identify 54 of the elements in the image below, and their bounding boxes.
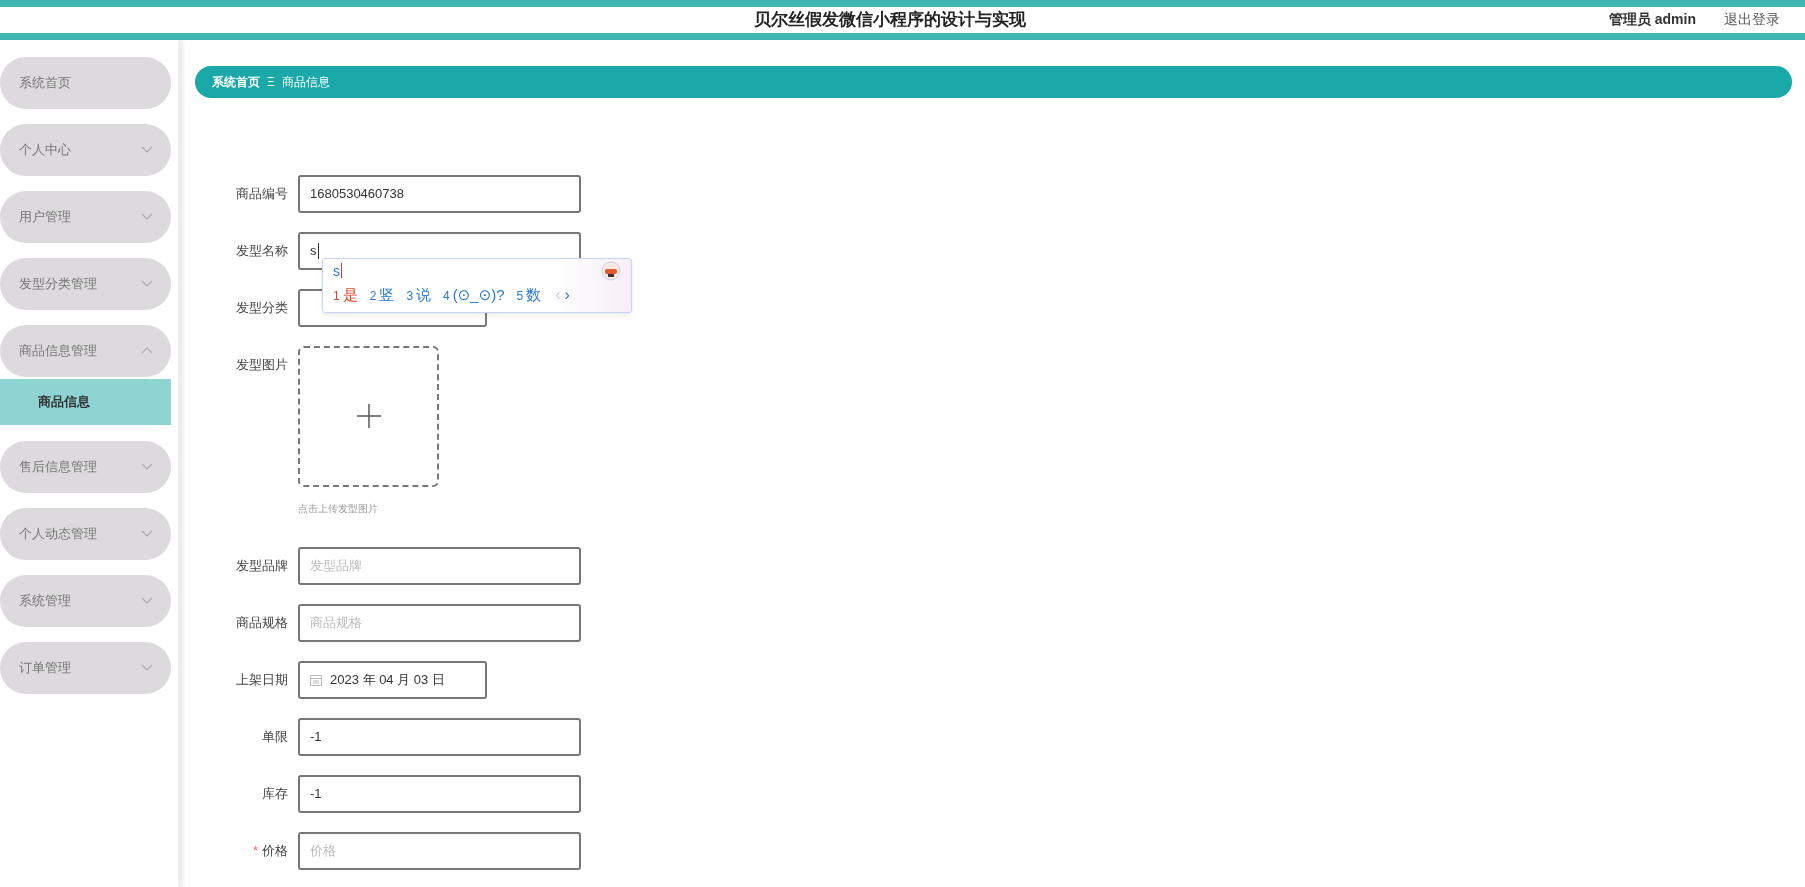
date-value: 2023 年 04 月 03 日	[330, 670, 445, 689]
date-field[interactable]: 2023 年 04 月 03 日	[298, 660, 487, 699]
field-label: 商品编号	[236, 185, 288, 201]
input-field[interactable]: 1680530460738	[298, 174, 581, 213]
chevron-icon	[141, 597, 153, 604]
breadcrumb-separator: Ξ	[267, 73, 275, 91]
upload-hint: 点击上传发型图片	[298, 501, 379, 516]
input-field[interactable]: 商品规格	[298, 603, 581, 642]
ime-candidate[interactable]: 2 竖	[369, 283, 395, 306]
breadcrumb-link[interactable]: 系统首页	[212, 72, 260, 91]
field-label: 商品规格	[236, 614, 288, 630]
calendar-icon	[310, 673, 322, 686]
mascot-icon	[601, 260, 621, 281]
input-field[interactable]: -1	[298, 774, 581, 813]
chevron-icon	[141, 213, 153, 220]
chevron-icon	[141, 280, 153, 287]
sidebar-subitem[interactable]: 商品信息	[0, 378, 171, 425]
sidebar-item[interactable]: 个人中心	[0, 123, 171, 176]
upload-box[interactable]	[298, 345, 439, 487]
sidebar-item[interactable]: 售后信息管理	[0, 440, 171, 493]
required-mark: *	[252, 842, 258, 858]
chevron-icon	[141, 146, 153, 153]
input-field[interactable]: 价格	[298, 831, 581, 870]
chevron-icon	[141, 463, 153, 470]
chevron-icon	[141, 530, 153, 537]
field-label: * 价格	[252, 842, 288, 858]
field-label: 发型品牌	[236, 557, 288, 573]
field-label: 发型图片	[236, 356, 288, 372]
breadcrumb-current: 商品信息	[281, 73, 330, 91]
user-name: 管理员 admin	[1608, 10, 1696, 30]
sidebar-item[interactable]: 系统首页	[0, 56, 171, 109]
ime-candidate[interactable]: 5 数	[516, 283, 542, 306]
input-field[interactable]: -1	[298, 717, 581, 756]
ime-candidate[interactable]: 3 说	[406, 283, 432, 306]
field-label: 发型名称	[236, 242, 288, 258]
ime-candidate[interactable]: 4 (⊙_⊙)?	[443, 283, 505, 306]
ime-candidate[interactable]: 1 是	[333, 283, 358, 306]
field-label: 发型分类	[236, 299, 288, 315]
next-page-button[interactable]: ›	[562, 286, 572, 303]
field-label: 库存	[262, 785, 288, 801]
field-label: 单限	[262, 728, 288, 744]
sidebar-item[interactable]: 订单管理	[0, 641, 171, 694]
logout-link[interactable]: 退出登录	[1724, 9, 1780, 31]
app-title: 贝尔丝假发微信小程序的设计与实现	[754, 9, 1026, 31]
sidebar-item[interactable]: 系统管理	[0, 574, 171, 627]
field-label: 上架日期	[236, 671, 288, 687]
plus-icon	[355, 403, 382, 429]
sidebar-item[interactable]: 商品信息管理	[0, 324, 171, 377]
sidebar-item[interactable]: 个人动态管理	[0, 507, 171, 560]
input-field[interactable]: 发型品牌	[298, 546, 581, 585]
chevron-icon	[141, 664, 153, 671]
sidebar-item[interactable]: 用户管理	[0, 190, 171, 243]
chevron-icon	[141, 347, 153, 354]
sidebar-item[interactable]: 发型分类管理	[0, 257, 171, 310]
